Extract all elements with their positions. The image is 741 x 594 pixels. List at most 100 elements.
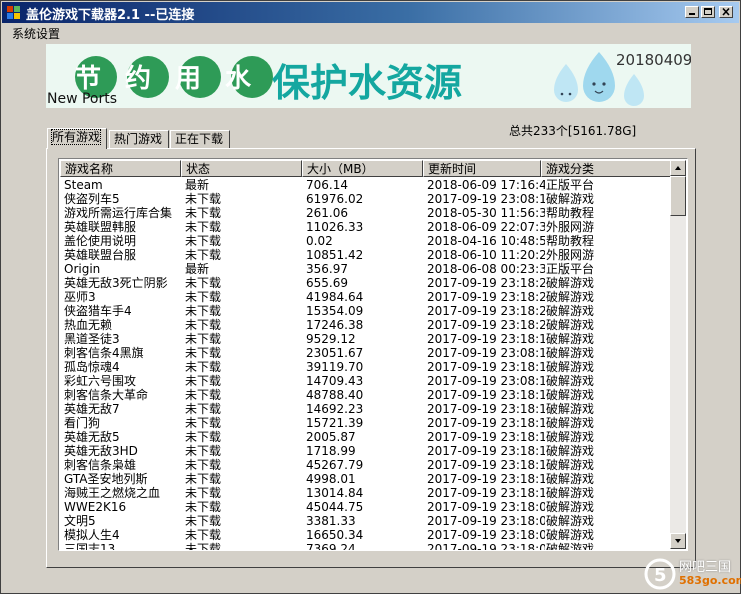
cell-name: 巫师3: [64, 290, 96, 304]
cell-size: 356.97: [306, 262, 348, 276]
cell-status: 未下载: [185, 346, 222, 360]
table-row[interactable]: 刺客信条4黑旗 未下载 23051.67 2017-09-19 23:08:18 破解游…: [60, 346, 672, 360]
column-header-updated[interactable]: 更新时间: [423, 160, 541, 177]
cell-size: 4998.01: [306, 472, 356, 486]
cell-status: 未下载: [185, 514, 222, 528]
table-row[interactable]: 孤岛惊魂4 未下载 39119.70 2017-09-19 23:18:18 破解游戏: [60, 360, 672, 374]
table-row[interactable]: 英雄无敌5 未下载 2005.87 2017-09-19 23:18:14 破解游戏: [60, 430, 672, 444]
game-list[interactable]: 游戏名称 状态 大小（MB） 更新时间 游戏分类 Steam 最新 706.14 20…: [58, 158, 688, 551]
cell-status: 未下载: [185, 528, 222, 542]
table-row[interactable]: 热血无赖 未下载 17246.38 2017-09-19 23:18:20 破解游戏: [60, 318, 672, 332]
cell-status: 未下载: [185, 234, 222, 248]
tab-hot-games[interactable]: 热门游戏: [109, 130, 169, 148]
table-row[interactable]: 黑道圣徒3 未下载 9529.12 2017-09-19 23:18:19 破解游戏: [60, 332, 672, 346]
cell-category: 破解游戏: [546, 542, 595, 550]
table-row[interactable]: 文明5 未下载 3381.33 2017-09-19 23:18:08 破解游戏: [60, 514, 672, 528]
cell-updated: 2017-09-19 23:18:07: [427, 528, 545, 542]
app-window: 盖伦游戏下载器2.1 --已连接 系统设置 节约用水 保护水资源 2018040…: [0, 0, 741, 594]
cell-status: 未下载: [185, 248, 222, 262]
cell-size: 16650.34: [306, 528, 364, 542]
menu-system-settings[interactable]: 系统设置: [12, 25, 60, 42]
title-bar[interactable]: 盖伦游戏下载器2.1 --已连接: [2, 2, 739, 23]
cell-status: 未下载: [185, 332, 222, 346]
table-row[interactable]: GTA圣安地列斯 未下载 4998.01 2017-09-19 23:18:11 破解游…: [60, 472, 672, 486]
cell-size: 706.14: [306, 178, 348, 192]
cell-status: 未下载: [185, 388, 222, 402]
cell-name: 孤岛惊魂4: [64, 360, 120, 374]
cell-category: 破解游戏: [546, 276, 595, 290]
cell-category: 破解游戏: [546, 402, 595, 416]
cell-updated: 2018-04-16 10:48:55: [427, 234, 545, 248]
cell-name: 英雄无敌5: [64, 430, 120, 444]
scroll-down-button[interactable]: [670, 533, 686, 549]
table-row[interactable]: 彩虹六号围攻 未下载 14709.43 2017-09-19 23:08:17 破解游戏: [60, 374, 672, 388]
column-header-size[interactable]: 大小（MB）: [302, 160, 423, 177]
table-row[interactable]: Steam 最新 706.14 2018-06-09 17:16:46 正版平台: [60, 178, 672, 192]
column-header-name[interactable]: 游戏名称: [60, 160, 181, 177]
cell-category: 破解游戏: [546, 388, 595, 402]
scroll-up-button[interactable]: [670, 160, 686, 176]
cell-size: 14692.23: [306, 402, 364, 416]
cell-updated: 2018-06-09 17:16:46: [427, 178, 545, 192]
table-row[interactable]: 盖伦使用说明 未下载 0.02 2018-04-16 10:48:55 帮助教程: [60, 234, 672, 248]
cell-status: 未下载: [185, 430, 222, 444]
tab-downloading[interactable]: 正在下载: [170, 130, 230, 148]
cell-category: 破解游戏: [546, 192, 595, 206]
cell-category: 帮助教程: [546, 206, 595, 220]
table-row[interactable]: 三国志13 未下载 7369.24 2017-09-19 23:18:06 破解游戏: [60, 542, 672, 550]
menu-bar: 系统设置: [2, 23, 739, 42]
cell-category: 破解游戏: [546, 444, 595, 458]
column-header-category[interactable]: 游戏分类: [541, 160, 672, 177]
cell-name: 盖伦使用说明: [64, 234, 137, 248]
cell-status: 未下载: [185, 542, 222, 550]
table-row[interactable]: 看门狗 未下载 15721.39 2017-09-19 23:18:15 破解游戏: [60, 416, 672, 430]
cell-name: 游戏所需运行库合集: [64, 206, 173, 220]
cell-status: 未下载: [185, 500, 222, 514]
table-row[interactable]: 英雄无敌3HD 未下载 1718.99 2017-09-19 23:18:13 破解游戏: [60, 444, 672, 458]
cell-name: 刺客信条枭雄: [64, 458, 137, 472]
table-row[interactable]: 英雄联盟台服 未下载 10851.42 2018-06-10 11:20:25 外服网游: [60, 248, 672, 262]
cell-size: 17246.38: [306, 318, 364, 332]
total-summary: 总共233个[5161.78G]: [509, 124, 637, 138]
minimize-button[interactable]: [685, 6, 699, 18]
cell-updated: 2017-09-19 23:18:22: [427, 290, 545, 304]
cell-name: 海贼王之燃烧之血: [64, 486, 161, 500]
cell-updated: 2017-09-19 23:18:11: [427, 472, 545, 486]
table-row[interactable]: 英雄无敌7 未下载 14692.23 2017-09-19 23:18:16 破解游戏: [60, 402, 672, 416]
table-row[interactable]: 刺客信条大革命 未下载 48788.40 2017-09-19 23:18:17 破解游…: [60, 388, 672, 402]
column-header-status[interactable]: 状态: [181, 160, 302, 177]
maximize-button[interactable]: [701, 6, 715, 18]
table-row[interactable]: 英雄联盟韩服 未下载 11026.33 2018-06-09 22:07:32 外服网游: [60, 220, 672, 234]
banner-date: 20180409: [616, 51, 691, 69]
cell-name: 彩虹六号围攻: [64, 374, 137, 388]
table-row[interactable]: 模拟人生4 未下载 16650.34 2017-09-19 23:18:07 破解游戏: [60, 528, 672, 542]
cell-status: 未下载: [185, 402, 222, 416]
cell-updated: 2017-09-19 23:18:06: [427, 542, 545, 550]
table-row[interactable]: 海贼王之燃烧之血 未下载 13014.84 2017-09-19 23:18:10 破解…: [60, 486, 672, 500]
vertical-scrollbar[interactable]: [670, 160, 686, 549]
scroll-thumb[interactable]: [670, 176, 686, 216]
table-row[interactable]: 侠盗列车5 未下载 61976.02 2017-09-19 23:08:19 破解游戏: [60, 192, 672, 206]
cell-category: 破解游戏: [546, 528, 595, 542]
cell-name: 英雄联盟台服: [64, 248, 137, 262]
table-row[interactable]: 游戏所需运行库合集 未下载 261.06 2018-05-30 11:56:30 帮助教…: [60, 206, 672, 220]
cell-size: 261.06: [306, 206, 348, 220]
cell-updated: 2017-09-19 23:18:21: [427, 304, 545, 318]
cell-name: 英雄无敌3死亡阴影: [64, 276, 168, 290]
cell-status: 未下载: [185, 416, 222, 430]
cell-category: 破解游戏: [546, 486, 595, 500]
cell-updated: 2017-09-19 23:18:08: [427, 514, 545, 528]
table-row[interactable]: 巫师3 未下载 41984.64 2017-09-19 23:18:22 破解游戏: [60, 290, 672, 304]
table-row[interactable]: 英雄无敌3死亡阴影 未下载 655.69 2017-09-19 23:18:23 破解游…: [60, 276, 672, 290]
cell-status: 未下载: [185, 458, 222, 472]
tab-label: 所有游戏: [50, 129, 102, 145]
cell-updated: 2017-09-19 23:18:20: [427, 318, 545, 332]
cell-size: 11026.33: [306, 220, 364, 234]
close-button[interactable]: [719, 6, 733, 18]
watermark: 5 网吧三国 583go.com: [641, 554, 741, 594]
table-row[interactable]: 刺客信条枭雄 未下载 45267.79 2017-09-19 23:18:12 破解游戏: [60, 458, 672, 472]
table-row[interactable]: Origin 最新 356.97 2018-06-08 00:23:33 正版平台: [60, 262, 672, 276]
table-row[interactable]: 侠盗猎车手4 未下载 15354.09 2017-09-19 23:18:21 破解游戏: [60, 304, 672, 318]
tab-all-games[interactable]: 所有游戏: [47, 128, 107, 149]
table-row[interactable]: WWE2K16 未下载 45044.75 2017-09-19 23:18:09 破解游…: [60, 500, 672, 514]
